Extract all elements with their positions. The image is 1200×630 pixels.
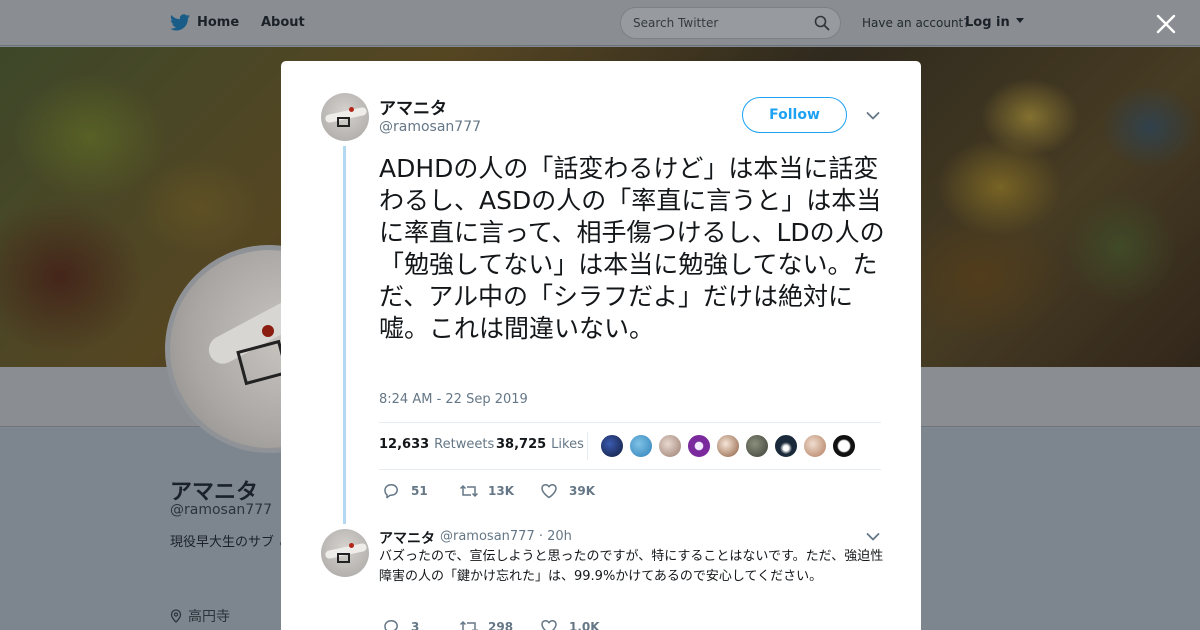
reply-time[interactable]: 20h xyxy=(547,529,572,544)
search-box xyxy=(620,7,841,39)
liker-avatar[interactable] xyxy=(716,434,740,458)
like-count: 39K xyxy=(569,484,595,498)
location-pin-icon xyxy=(170,609,182,623)
retweet-icon xyxy=(459,484,479,498)
retweet-icon xyxy=(459,620,478,630)
profile-handle: @ramosan777 xyxy=(170,502,273,518)
liker-avatar[interactable] xyxy=(745,434,769,458)
reply-author-name[interactable]: アマニタ xyxy=(379,528,435,548)
reply-icon xyxy=(384,620,398,630)
retweet-count: 298 xyxy=(488,620,514,630)
retweet-count: 13K xyxy=(488,484,514,498)
liker-avatar[interactable] xyxy=(774,434,798,458)
nav-home[interactable]: Home xyxy=(197,15,239,30)
tweet-modal: アマニタ @ramosan777 Follow ADHDの人の「話変わるけど」は… xyxy=(281,61,921,630)
chevron-down-icon[interactable] xyxy=(866,111,880,121)
have-account-text: Have an account? xyxy=(862,16,970,30)
liker-avatar[interactable] xyxy=(803,434,827,458)
reply-icon xyxy=(384,484,398,499)
reply-count: 51 xyxy=(411,484,428,498)
retweet-button[interactable]: 13K xyxy=(459,484,519,500)
retweets-stat[interactable]: 12,633 Retweets xyxy=(379,437,494,452)
login-label: Log in xyxy=(965,15,1010,30)
reply-count: 3 xyxy=(411,620,420,630)
reply-author-handle[interactable]: @ramosan777 xyxy=(440,529,535,544)
profile-bio: 現役早大生のサブ ことを呟きます/時 ビュー/フォロバ1( xyxy=(170,535,282,550)
profile-location-text: 高円寺 xyxy=(188,609,230,625)
likes-count: 38,725 xyxy=(496,437,547,452)
liker-avatar[interactable] xyxy=(629,434,653,458)
divider xyxy=(379,422,881,423)
liker-avatar[interactable] xyxy=(832,434,856,458)
like-button[interactable]: 39K xyxy=(540,483,600,500)
chevron-down-icon[interactable] xyxy=(866,532,880,542)
tweet-text: ADHDの人の「話変わるけど」は本当に話変わるし、ASDの人の「率直に言うと」は… xyxy=(379,154,885,343)
tweet-timestamp[interactable]: 8:24 AM - 22 Sep 2019 xyxy=(379,392,528,407)
nav-about[interactable]: About xyxy=(261,15,305,30)
twitter-bird-icon[interactable] xyxy=(170,14,190,31)
liker-avatar[interactable] xyxy=(600,434,624,458)
author-avatar[interactable] xyxy=(321,93,369,141)
close-icon[interactable] xyxy=(1155,13,1177,35)
heart-icon xyxy=(541,483,557,499)
retweets-label: Retweets xyxy=(434,437,495,452)
reply-button[interactable]: 51 xyxy=(382,484,442,500)
heart-icon xyxy=(541,619,557,630)
likes-stat[interactable]: 38,725 Likes xyxy=(496,437,584,452)
retweet-button[interactable]: 298 xyxy=(459,620,519,630)
login-button[interactable]: Log in xyxy=(965,15,1025,30)
like-count: 1.0K xyxy=(569,620,600,630)
follow-button[interactable]: Follow xyxy=(742,97,847,133)
profile-location: 高円寺 xyxy=(170,606,230,626)
reply-author-avatar[interactable] xyxy=(321,529,369,577)
thread-line xyxy=(343,146,346,524)
search-input[interactable] xyxy=(633,14,803,32)
reply-text: バズったので、宣伝しようと思ったのですが、特にすることはないです。ただ、強迫性障… xyxy=(379,549,884,584)
like-button[interactable]: 1.0K xyxy=(540,619,600,630)
author-name[interactable]: アマニタ xyxy=(379,94,447,119)
top-navigation-bar: Home About Have an account? Log in xyxy=(0,0,1200,46)
likes-label: Likes xyxy=(551,437,584,452)
reply-button[interactable]: 3 xyxy=(382,620,442,630)
divider xyxy=(379,469,881,470)
liker-avatar[interactable] xyxy=(658,434,682,458)
retweets-count: 12,633 xyxy=(379,437,430,452)
author-handle[interactable]: @ramosan777 xyxy=(379,119,481,135)
caret-down-icon xyxy=(1016,18,1025,23)
liker-avatar[interactable] xyxy=(687,434,711,458)
divider xyxy=(587,432,588,460)
search-icon[interactable] xyxy=(814,15,830,31)
reply-meta: @ramosan777 · 20h xyxy=(440,529,572,544)
